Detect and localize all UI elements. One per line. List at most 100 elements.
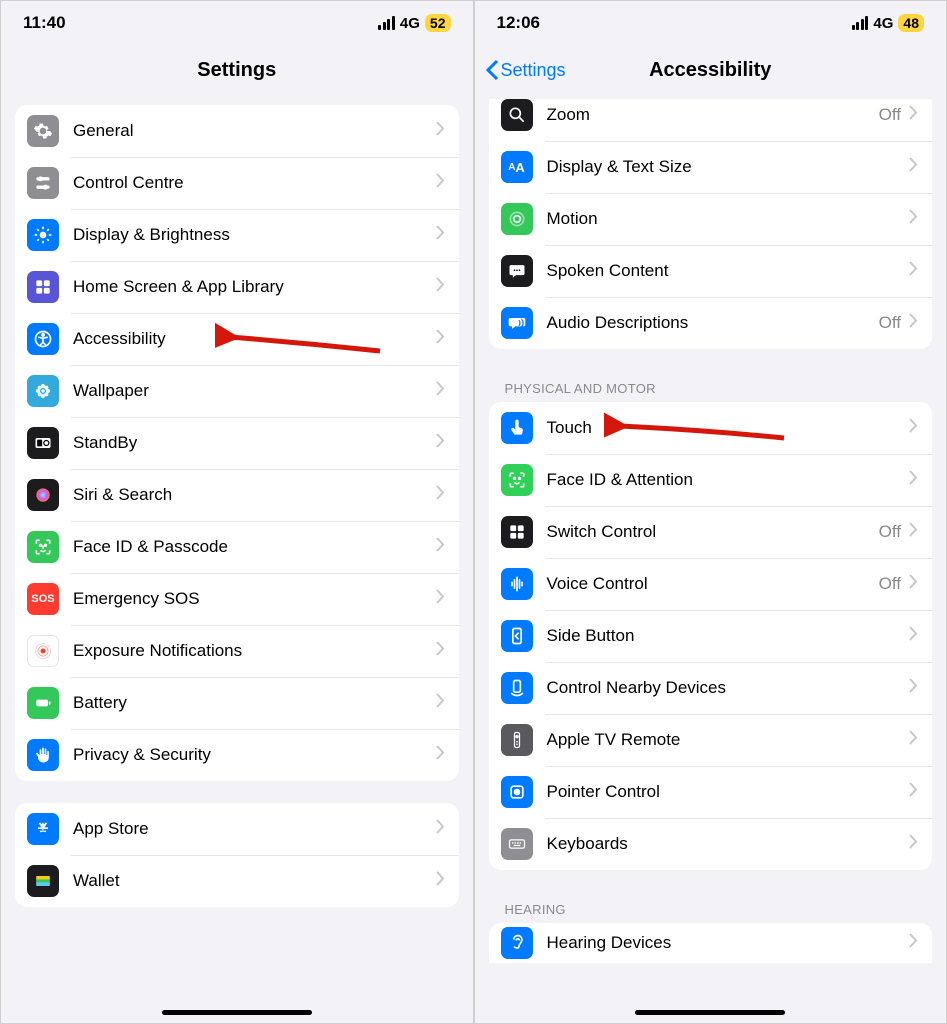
row-label: Audio Descriptions bbox=[547, 313, 879, 333]
row-display-text-size[interactable]: AA Display & Text Size bbox=[489, 141, 933, 193]
motion-icon bbox=[501, 203, 533, 235]
row-value: Off bbox=[879, 522, 901, 542]
sliders-icon bbox=[27, 167, 59, 199]
row-audio-descriptions[interactable]: Audio Descriptions Off bbox=[489, 297, 933, 349]
row-zoom[interactable]: Zoom Off bbox=[489, 99, 933, 141]
row-label: General bbox=[73, 121, 436, 141]
row-label: Hearing Devices bbox=[547, 933, 910, 953]
row-accessibility[interactable]: Accessibility bbox=[15, 313, 459, 365]
home-indicator[interactable] bbox=[162, 1010, 312, 1015]
row-label: Motion bbox=[547, 209, 910, 229]
row-exposure[interactable]: Exposure Notifications bbox=[15, 625, 459, 677]
settings-list[interactable]: General Control Centre Display & Brightn… bbox=[1, 95, 473, 1023]
ear-icon bbox=[501, 927, 533, 959]
speech-bubble-icon bbox=[501, 255, 533, 287]
chevron-right-icon bbox=[909, 313, 918, 333]
row-hearing-devices[interactable]: Hearing Devices bbox=[489, 923, 933, 963]
chevron-right-icon bbox=[909, 933, 918, 953]
row-wallet[interactable]: Wallet bbox=[15, 855, 459, 907]
row-label: Pointer Control bbox=[547, 782, 910, 802]
nearby-icon bbox=[501, 672, 533, 704]
row-voice-control[interactable]: Voice Control Off bbox=[489, 558, 933, 610]
status-network: 4G bbox=[400, 15, 420, 32]
home-indicator[interactable] bbox=[635, 1010, 785, 1015]
signal-icon bbox=[378, 16, 395, 30]
accessibility-list[interactable]: Zoom Off AA Display & Text Size Motion S… bbox=[475, 95, 947, 1023]
chevron-left-icon bbox=[485, 59, 499, 81]
row-side-button[interactable]: Side Button bbox=[489, 610, 933, 662]
chevron-right-icon bbox=[436, 693, 445, 713]
row-motion[interactable]: Motion bbox=[489, 193, 933, 245]
row-pointer-control[interactable]: Pointer Control bbox=[489, 766, 933, 818]
row-label: Display & Text Size bbox=[547, 157, 910, 177]
navbar: Settings bbox=[1, 45, 473, 95]
row-emergency-sos[interactable]: SOS Emergency SOS bbox=[15, 573, 459, 625]
row-switch-control[interactable]: Switch Control Off bbox=[489, 506, 933, 558]
row-privacy[interactable]: Privacy & Security bbox=[15, 729, 459, 781]
chevron-right-icon bbox=[436, 173, 445, 193]
row-label: Control Nearby Devices bbox=[547, 678, 910, 698]
standby-icon bbox=[27, 427, 59, 459]
chevron-right-icon bbox=[436, 277, 445, 297]
chevron-right-icon bbox=[909, 157, 918, 177]
row-siri[interactable]: Siri & Search bbox=[15, 469, 459, 521]
row-control-centre[interactable]: Control Centre bbox=[15, 157, 459, 209]
chevron-right-icon bbox=[436, 329, 445, 349]
chevron-right-icon bbox=[436, 745, 445, 765]
chevron-right-icon bbox=[436, 121, 445, 141]
faceid-icon bbox=[27, 531, 59, 563]
remote-icon bbox=[501, 724, 533, 756]
exposure-icon bbox=[27, 635, 59, 667]
touch-icon bbox=[501, 412, 533, 444]
chevron-right-icon bbox=[909, 730, 918, 750]
chevron-right-icon bbox=[909, 626, 918, 646]
back-label: Settings bbox=[501, 60, 566, 81]
audio-desc-icon bbox=[501, 307, 533, 339]
wallet-icon bbox=[27, 865, 59, 897]
row-wallpaper[interactable]: Wallpaper bbox=[15, 365, 459, 417]
chevron-right-icon bbox=[909, 470, 918, 490]
text-size-icon: AA bbox=[501, 151, 533, 183]
row-value: Off bbox=[879, 313, 901, 333]
chevron-right-icon bbox=[909, 261, 918, 281]
row-keyboards[interactable]: Keyboards bbox=[489, 818, 933, 870]
status-battery: 48 bbox=[898, 14, 924, 32]
status-battery: 52 bbox=[425, 14, 451, 32]
row-general[interactable]: General bbox=[15, 105, 459, 157]
sun-icon bbox=[27, 219, 59, 251]
chevron-right-icon bbox=[909, 418, 918, 438]
row-appletv-remote[interactable]: Apple TV Remote bbox=[489, 714, 933, 766]
chevron-right-icon bbox=[909, 209, 918, 229]
chevron-right-icon bbox=[909, 678, 918, 698]
chevron-right-icon bbox=[436, 381, 445, 401]
row-nearby-devices[interactable]: Control Nearby Devices bbox=[489, 662, 933, 714]
sos-icon: SOS bbox=[27, 583, 59, 615]
row-label: Keyboards bbox=[547, 834, 910, 854]
row-display-brightness[interactable]: Display & Brightness bbox=[15, 209, 459, 261]
row-battery[interactable]: Battery bbox=[15, 677, 459, 729]
row-label: Face ID & Passcode bbox=[73, 537, 436, 557]
row-label: Privacy & Security bbox=[73, 745, 436, 765]
navbar: Settings Accessibility bbox=[475, 45, 947, 95]
row-label: Display & Brightness bbox=[73, 225, 436, 245]
chevron-right-icon bbox=[436, 641, 445, 661]
row-label: Home Screen & App Library bbox=[73, 277, 436, 297]
row-faceid-passcode[interactable]: Face ID & Passcode bbox=[15, 521, 459, 573]
chevron-right-icon bbox=[436, 225, 445, 245]
row-faceid-attention[interactable]: Face ID & Attention bbox=[489, 454, 933, 506]
row-label: Face ID & Attention bbox=[547, 470, 910, 490]
screen-accessibility: 12:06 4G 48 Settings Accessibility Zoom … bbox=[475, 1, 947, 1023]
battery-icon bbox=[27, 687, 59, 719]
row-spoken-content[interactable]: Spoken Content bbox=[489, 245, 933, 297]
row-touch[interactable]: Touch bbox=[489, 402, 933, 454]
row-label: Touch bbox=[547, 418, 910, 438]
flower-icon bbox=[27, 375, 59, 407]
row-standby[interactable]: StandBy bbox=[15, 417, 459, 469]
row-label: App Store bbox=[73, 819, 436, 839]
row-app-store[interactable]: App Store bbox=[15, 803, 459, 855]
signal-icon bbox=[852, 16, 869, 30]
page-title: Accessibility bbox=[649, 59, 771, 82]
back-button[interactable]: Settings bbox=[485, 45, 566, 95]
section-hearing: Hearing bbox=[475, 892, 947, 923]
row-home-screen[interactable]: Home Screen & App Library bbox=[15, 261, 459, 313]
